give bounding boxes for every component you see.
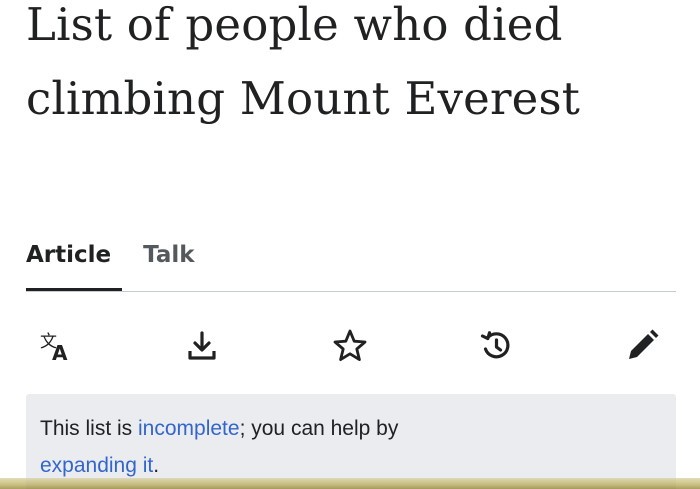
image-edge-artifact [0, 478, 700, 489]
tab-talk[interactable]: Talk [143, 236, 194, 276]
history-icon [480, 331, 510, 359]
edit-button[interactable] [622, 326, 662, 366]
watch-star-button[interactable] [330, 326, 370, 366]
svg-text:A: A [52, 341, 68, 362]
language-icon: 文 A [40, 332, 68, 362]
download-button[interactable] [182, 326, 222, 366]
page-actions-toolbar: 文 A [0, 318, 700, 374]
notice-text-start: This list is [40, 417, 139, 440]
history-button[interactable] [476, 326, 516, 366]
edit-pencil-icon [629, 329, 659, 359]
incomplete-list-notice: This list is incomplete; you can help by… [26, 394, 676, 489]
page-title: List of people who died climbing Mount E… [26, 0, 581, 125]
namespace-tabs: Article Talk [26, 236, 195, 276]
tab-article[interactable]: Article [26, 236, 111, 276]
incomplete-link[interactable]: incomplete [138, 417, 240, 440]
language-button[interactable]: 文 A [38, 326, 78, 366]
article-page: List of people who died climbing Mount E… [0, 0, 700, 489]
tabs-divider [26, 291, 676, 292]
expanding-link[interactable]: expanding it [40, 454, 153, 477]
notice-text-end: . [153, 454, 160, 477]
notice-text-middle: ; you can help by [239, 417, 399, 440]
star-icon [333, 329, 367, 361]
download-icon [188, 331, 216, 360]
